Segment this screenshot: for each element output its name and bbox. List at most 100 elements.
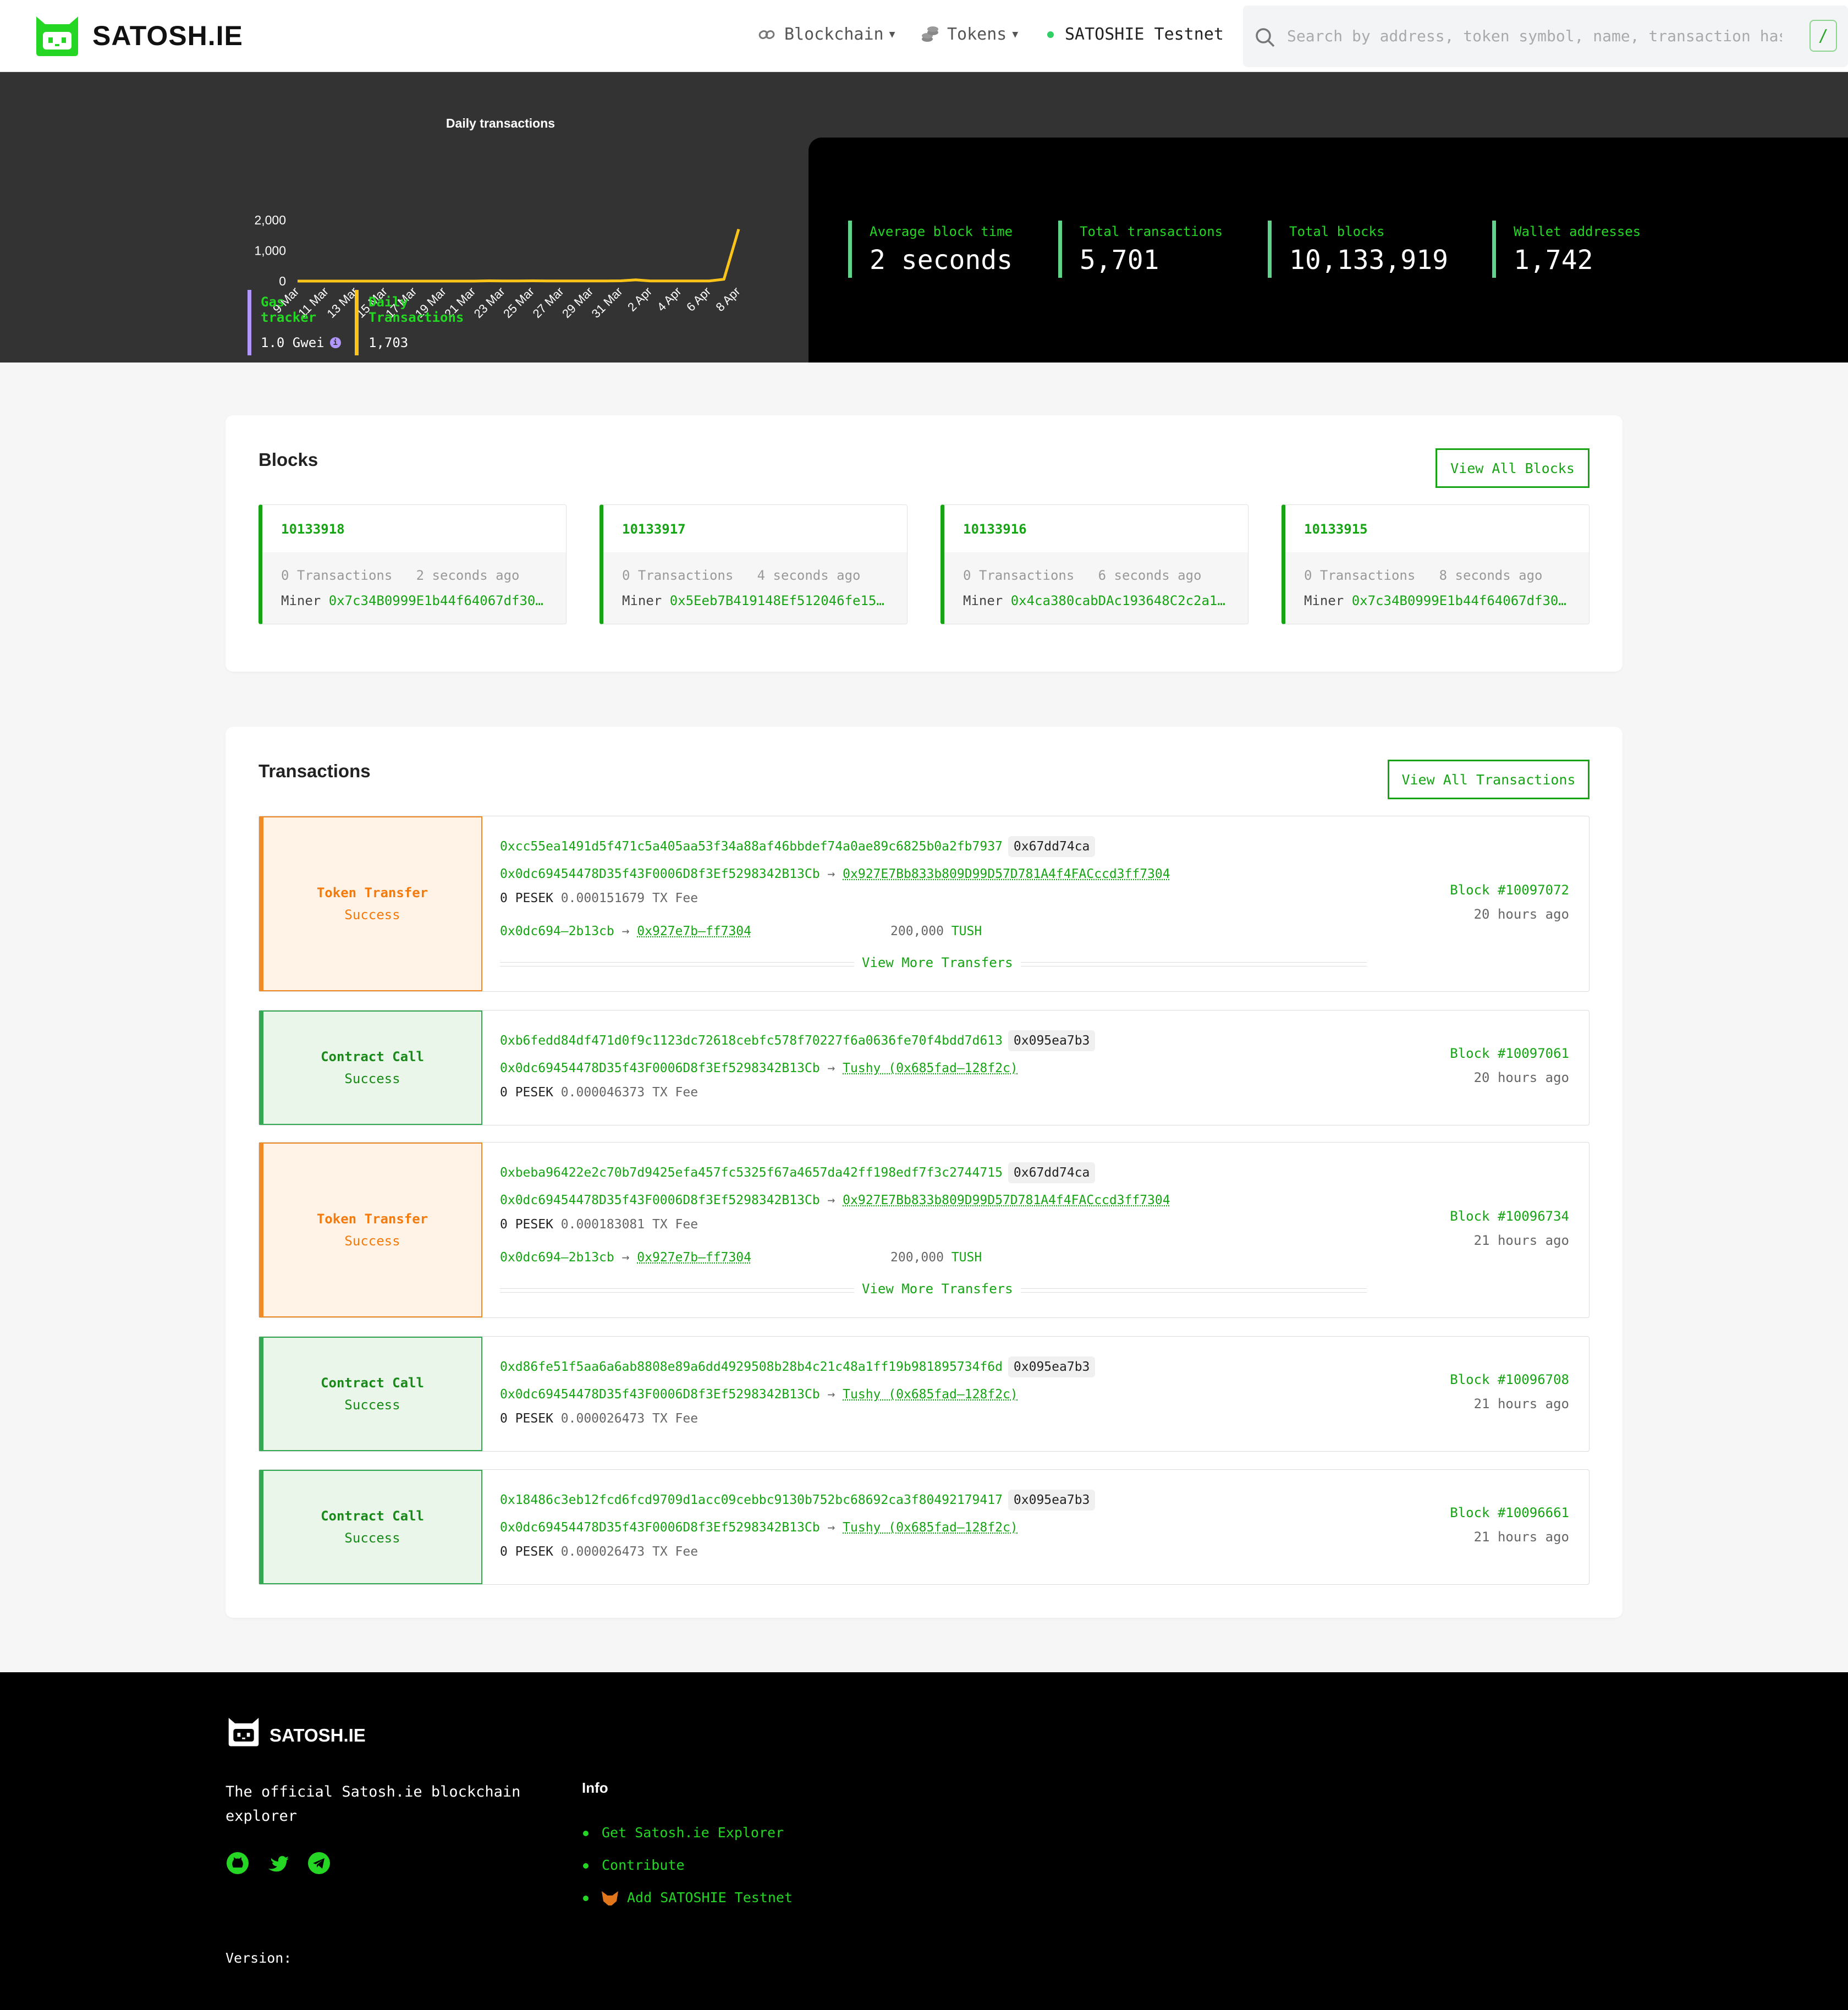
brand-logo[interactable]: SATOSH.IE — [32, 14, 243, 57]
daily-tx-value: 1,703 — [369, 335, 409, 350]
tx-hash[interactable]: 0xd86fe51f5aa6a6ab8808e89a6dd4929508b28b… — [500, 1360, 1003, 1374]
tx-to[interactable]: Tushy (0x685fad–128f2c) — [843, 1387, 1018, 1402]
tx-from[interactable]: 0x0dc69454478D35f43F0006D8f3Ef5298342B13… — [500, 1193, 820, 1207]
nav-blockchain[interactable]: Blockchain ▼ — [758, 25, 895, 44]
block-miner: Miner 0x5Eeb7B419148Ef512046fe15… — [603, 593, 907, 608]
tx-to[interactable]: Tushy (0x685fad–128f2c) — [843, 1061, 1018, 1075]
github-icon[interactable] — [226, 1851, 250, 1875]
tx-method: 0x095ea7b3 — [1008, 1357, 1096, 1377]
info-icon[interactable]: i — [329, 337, 341, 348]
daily-tx-accent — [355, 290, 359, 355]
tx-hash-row: 0xcc55ea1491d5f471c5a405aa53f34a88af46bb… — [500, 836, 1096, 857]
view-all-blocks-button[interactable]: View All Blocks — [1436, 448, 1590, 488]
footer-link-get-explorer[interactable]: Get Satosh.ie Explorer — [583, 1825, 784, 1841]
network-dot-icon — [1047, 31, 1054, 38]
footer-link-add-network[interactable]: Add SATOSHIE Testnet — [583, 1890, 793, 1905]
transfer-from[interactable]: 0x0dc694–2b13cb — [500, 1250, 614, 1265]
footer-brand[interactable]: SATOSH.IE — [270, 1725, 366, 1746]
tx-block[interactable]: Block #10097061 — [1450, 1046, 1569, 1061]
tx-block[interactable]: Block #10096661 — [1450, 1505, 1569, 1520]
tx-block[interactable]: Block #10096734 — [1450, 1209, 1569, 1224]
nav-tokens[interactable]: Tokens ▼ — [921, 25, 1018, 44]
stat-label: Wallet addresses — [1514, 224, 1641, 239]
block-number[interactable]: 10133918 — [262, 505, 566, 552]
tx-to[interactable]: 0x927E7Bb833b809D99D57D781A4f4FACccd3ff7… — [843, 867, 1170, 881]
tx-to[interactable]: Tushy (0x685fad–128f2c) — [843, 1520, 1018, 1535]
block-age: 2 seconds ago — [416, 568, 520, 583]
tx-from[interactable]: 0x0dc69454478D35f43F0006D8f3Ef5298342B13… — [500, 1520, 820, 1535]
block-number[interactable]: 10133917 — [603, 505, 907, 552]
tx-type-badge: Contract Call Success — [259, 1470, 482, 1584]
token-transfer-row: 0x0dc694–2b13cb → 0x927e7b–ff7304 — [500, 1250, 751, 1265]
tx-from[interactable]: 0x0dc69454478D35f43F0006D8f3Ef5298342B13… — [500, 867, 820, 881]
miner-label: Miner — [1304, 593, 1344, 608]
gas-tracker-label-1: Gas — [261, 294, 285, 310]
tx-hash[interactable]: 0xcc55ea1491d5f471c5a405aa53f34a88af46bb… — [500, 839, 1003, 854]
block-card[interactable]: 10133916 0 Transactions 6 seconds ago Mi… — [941, 504, 1248, 624]
tx-fee: 0 PESEK 0.000026473 TX Fee — [500, 1545, 698, 1559]
tx-status: Success — [344, 1397, 400, 1413]
tx-age: 21 hours ago — [1473, 1233, 1569, 1248]
fee-label: TX Fee — [652, 891, 698, 905]
tx-from[interactable]: 0x0dc69454478D35f43F0006D8f3Ef5298342B13… — [500, 1061, 820, 1075]
transfer-to[interactable]: 0x927e7b–ff7304 — [637, 1250, 751, 1265]
tx-hash[interactable]: 0xb6fedd84df471d0f9c1123dc72618cebfc578f… — [500, 1034, 1003, 1048]
tx-from[interactable]: 0x0dc69454478D35f43F0006D8f3Ef5298342B13… — [500, 1387, 820, 1402]
tx-block[interactable]: Block #10097072 — [1450, 882, 1569, 898]
transfer-to[interactable]: 0x927e7b–ff7304 — [637, 924, 751, 938]
miner-address[interactable]: 0x7c34B0999E1b44f64067df30… — [1352, 593, 1566, 608]
transfer-from[interactable]: 0x0dc694–2b13cb — [500, 924, 614, 938]
search-box[interactable]: / — [1243, 6, 1848, 67]
x-tick-label: 8 Apr — [713, 284, 743, 314]
nav-network[interactable]: SATOSHIE Testnet — [1047, 25, 1224, 44]
chart-series-line — [298, 228, 740, 283]
block-number[interactable]: 10133915 — [1285, 505, 1589, 552]
x-tick-label: 25 Mar — [501, 284, 537, 321]
block-meta: 0 Transactions 2 seconds ago — [262, 568, 566, 583]
bullet-icon — [583, 1831, 588, 1836]
tx-type: Token Transfer — [316, 1211, 428, 1227]
gas-tracker-label-2: tracker — [261, 310, 317, 325]
miner-address[interactable]: 0x5Eeb7B419148Ef512046fe15… — [670, 593, 884, 608]
gas-tracker — [248, 290, 251, 355]
footer-link-contribute[interactable]: Contribute — [583, 1857, 685, 1873]
transactions-title: Transactions — [258, 761, 371, 781]
miner-address[interactable]: 0x7c34B0999E1b44f64067df30… — [329, 593, 543, 608]
gas-price: 1.0 Gwei — [261, 335, 324, 350]
link-label: Add SATOSHIE Testnet — [627, 1890, 793, 1905]
search-input[interactable] — [1287, 22, 1782, 50]
block-card[interactable]: 10133917 0 Transactions 4 seconds ago Mi… — [600, 504, 908, 624]
coins-icon — [922, 26, 938, 42]
tx-hash[interactable]: 0xbeba96422e2c70b7d9425efa457fc5325f67a4… — [500, 1166, 1003, 1180]
transfer-token[interactable]: TUSH — [952, 924, 982, 938]
miner-address[interactable]: 0x4ca380cabDAc193648C2c2a1… — [1011, 593, 1225, 608]
block-card[interactable]: 10133918 0 Transactions 2 seconds ago Mi… — [258, 504, 566, 624]
twitter-icon[interactable] — [266, 1851, 290, 1875]
fee-label: TX Fee — [652, 1545, 698, 1559]
fee-value: 0.000183081 — [560, 1217, 645, 1232]
transfer-token[interactable]: TUSH — [952, 1250, 982, 1265]
block-tx-count: 0 Transactions — [281, 568, 393, 583]
tx-to[interactable]: 0x927E7Bb833b809D99D57D781A4f4FACccd3ff7… — [843, 1193, 1170, 1207]
arrow-right-icon: → — [622, 1250, 630, 1265]
view-more-transfers-button[interactable]: View More Transfers — [854, 955, 1021, 970]
tx-block[interactable]: Block #10096708 — [1450, 1372, 1569, 1387]
tx-from-to: 0x0dc69454478D35f43F0006D8f3Ef5298342B13… — [500, 1061, 1018, 1075]
stat-value: 1,742 — [1514, 245, 1593, 276]
tx-hash-row: 0xb6fedd84df471d0f9c1123dc72618cebfc578f… — [500, 1030, 1096, 1051]
block-number[interactable]: 10133916 — [944, 505, 1248, 552]
arrow-right-icon: → — [827, 1193, 835, 1207]
tx-hash[interactable]: 0x18486c3eb12fcd6fcd9709d1acc09cebbc9130… — [500, 1493, 1003, 1507]
fee-amount: 0 PESEK — [500, 1085, 553, 1100]
view-all-transactions-button[interactable]: View All Transactions — [1388, 760, 1590, 799]
fee-label: TX Fee — [652, 1217, 698, 1232]
metamask-fox-icon — [602, 1891, 618, 1905]
fee-value: 0.000026473 — [560, 1545, 645, 1559]
stat-total-blocks: Total blocks 10,133,919 — [1268, 221, 1448, 278]
transfer-amount: 200,000 TUSH — [890, 1250, 982, 1265]
telegram-icon[interactable] — [307, 1851, 331, 1875]
block-card[interactable]: 10133915 0 Transactions 8 seconds ago Mi… — [1282, 504, 1590, 624]
tx-method: 0x095ea7b3 — [1008, 1490, 1096, 1511]
view-more-transfers-button[interactable]: View More Transfers — [854, 1281, 1021, 1297]
tx-from-to: 0x0dc69454478D35f43F0006D8f3Ef5298342B13… — [500, 1193, 1170, 1207]
